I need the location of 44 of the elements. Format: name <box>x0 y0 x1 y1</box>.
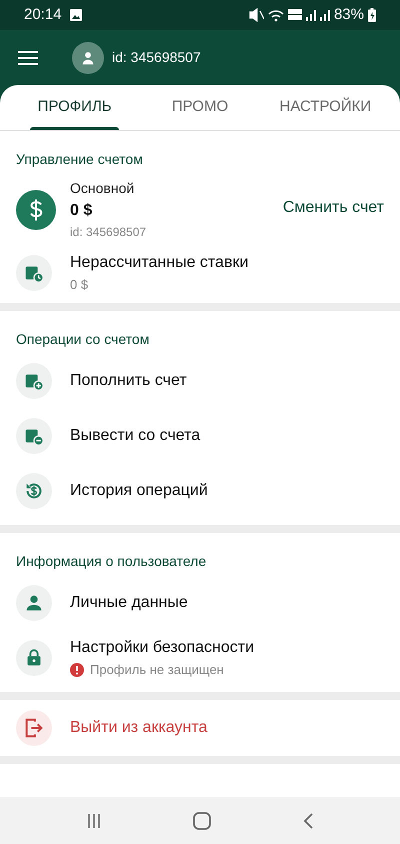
item-value: 0 $ <box>70 276 90 294</box>
dollar-icon <box>28 198 44 220</box>
section-title: Операции со счетом <box>15 330 150 349</box>
person-icon <box>81 50 95 64</box>
section-title: Информация о пользователе <box>15 552 208 571</box>
battery-icon <box>368 8 376 22</box>
change-account-link[interactable]: Сменить счет <box>282 196 384 220</box>
menu-item[interactable]: Личные данные <box>0 576 400 630</box>
avatar[interactable] <box>72 42 104 74</box>
battery-percent: 83% <box>334 4 364 25</box>
item-label: История операций <box>70 481 208 501</box>
signal-icon <box>306 9 316 21</box>
item-label: Вывести со счета <box>70 426 200 446</box>
tab[interactable]: ПРОФИЛЬ <box>12 85 138 130</box>
logout-item[interactable]: Выйти из аккаунта <box>0 700 400 756</box>
menu-icon <box>18 50 38 66</box>
menu-item[interactable]: Вывести со счета <box>0 408 400 464</box>
recent-apps-icon[interactable] <box>86 812 102 828</box>
item-label: Выйти из аккаунта <box>70 718 208 738</box>
wifi-icon <box>268 8 284 22</box>
account-name: Основной <box>70 179 136 198</box>
tab[interactable]: НАСТРОЙКИ <box>262 85 388 130</box>
account-balance: 0 $ <box>70 201 94 221</box>
home-icon[interactable] <box>192 812 211 830</box>
menu-item[interactable]: Настройки безопасности Профиль не защищен <box>0 630 400 686</box>
item-label: Пополнить счет <box>70 371 187 391</box>
menu-item[interactable]: История операций <box>0 464 400 518</box>
section-title: Управление счетом <box>15 150 144 169</box>
logout-icon <box>23 716 45 738</box>
status-time: 20:14 <box>24 4 62 25</box>
item-label: Настройки безопасности <box>70 638 254 658</box>
back-icon[interactable] <box>302 812 314 828</box>
tab[interactable]: ПРОМО <box>137 85 263 130</box>
signal-icon <box>320 9 330 21</box>
account-id: id: 345698507 <box>70 224 148 241</box>
user-id: id: 345698507 <box>112 48 201 67</box>
unsettled-bets-item[interactable]: Нерассчитанные ставки 0 $ <box>0 241 400 294</box>
warning-icon <box>70 663 84 677</box>
menu-item[interactable]: Пополнить счет <box>0 354 400 408</box>
item-label: Личные данные <box>70 593 188 613</box>
item-label: Нерассчитанные ставки <box>70 253 248 273</box>
mute-icon <box>248 8 264 22</box>
warning-text: Профиль не защищен <box>90 661 224 680</box>
image-icon <box>70 9 82 21</box>
